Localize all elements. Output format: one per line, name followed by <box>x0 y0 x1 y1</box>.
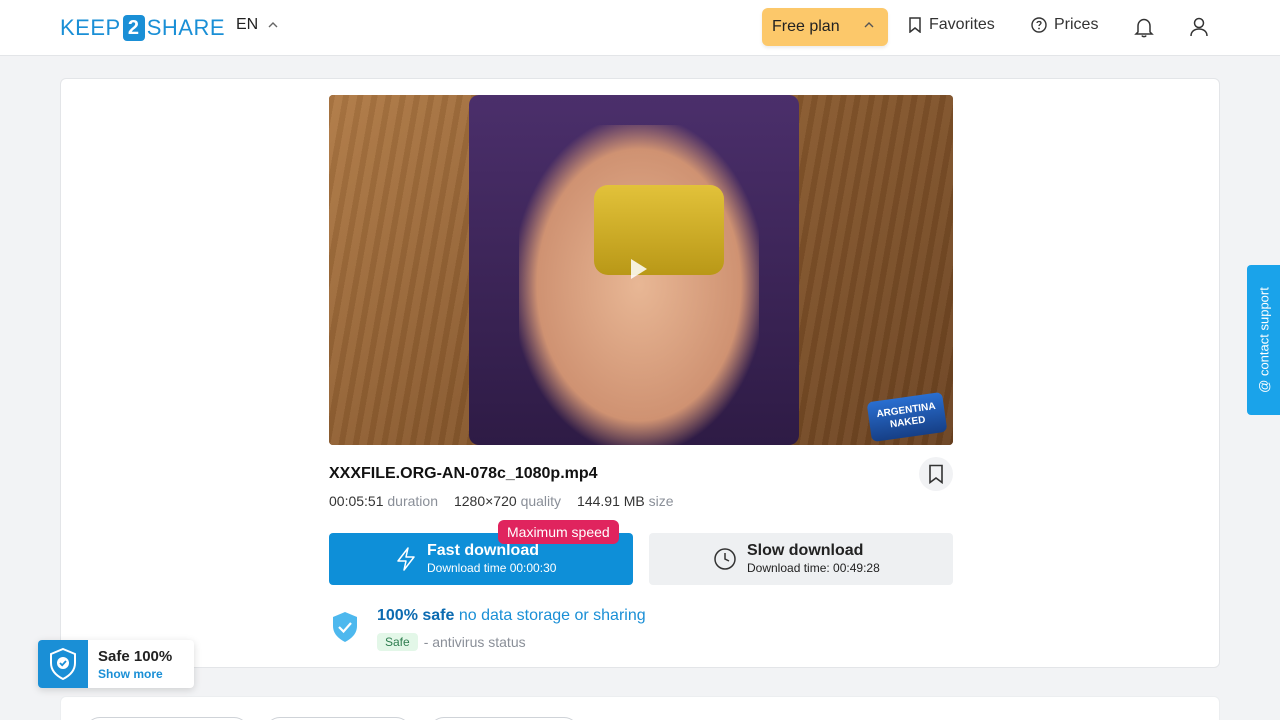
quality-value: 1280×720 <box>453 493 517 509</box>
chevron-up-icon <box>864 22 874 28</box>
favorites-label: Favorites <box>929 16 995 33</box>
favorites-link[interactable]: Favorites <box>908 16 995 34</box>
logo-text-right: SHARE <box>146 15 225 40</box>
logo-badge: 2 <box>122 15 145 41</box>
size-meta: 144.91 MB size <box>577 493 674 509</box>
file-metadata: 00:05:51 duration 1280×720 quality 144.9… <box>329 493 674 509</box>
antivirus-status-text: - antivirus status <box>423 634 526 650</box>
prices-label: Prices <box>1054 16 1099 33</box>
logo-text-left: KEEP <box>60 15 121 40</box>
keep2share-logo[interactable]: KEEP 2 SHARE <box>60 14 225 42</box>
secondary-card <box>60 696 1220 720</box>
top-header: KEEP 2 SHARE EN Free plan Favorites Pric… <box>0 0 1280 56</box>
show-more-link[interactable]: Show more <box>98 667 163 681</box>
help-circle-icon <box>1031 17 1047 33</box>
maximum-speed-badge: Maximum speed <box>498 520 619 544</box>
duration-label: duration <box>387 493 438 509</box>
safe-widget-title: Safe 100% <box>98 648 173 665</box>
safety-headline-bold: 100% safe <box>377 607 455 624</box>
contact-support-tab[interactable]: @ contact support <box>1247 265 1280 415</box>
file-card: ARGENTINA NAKED XXXFILE.ORG-AN-078c_1080… <box>60 78 1220 668</box>
safe-widget[interactable]: Safe 100% Show more <box>38 640 194 688</box>
language-selector[interactable]: EN <box>236 16 278 34</box>
video-figure-shape <box>519 125 759 445</box>
chevron-up-icon <box>268 22 278 28</box>
quality-meta: 1280×720 quality <box>454 493 561 509</box>
video-preview[interactable]: ARGENTINA NAKED <box>329 95 953 445</box>
fast-download-time: Download time 00:00:30 <box>427 561 557 575</box>
lightning-icon <box>397 547 415 571</box>
size-label: size <box>648 493 674 509</box>
duration-value: 00:05:51 <box>329 493 384 509</box>
slow-download-title: Slow download <box>747 542 864 559</box>
antivirus-status: Safe - antivirus status <box>377 633 526 651</box>
slow-download-button[interactable]: Slow download Download time: 00:49:28 <box>649 533 953 585</box>
play-icon[interactable] <box>631 259 647 279</box>
notifications-button[interactable] <box>1131 14 1157 40</box>
video-shirt-shape <box>594 185 724 275</box>
bookmark-icon <box>929 464 943 484</box>
add-favorite-button[interactable] <box>919 457 953 491</box>
safe-widget-badge <box>38 640 88 688</box>
safety-headline-rest: no data storage or sharing <box>458 607 646 624</box>
contact-support-label: @ contact support <box>1256 287 1271 393</box>
account-button[interactable] <box>1186 14 1212 40</box>
free-plan-label: Free plan <box>772 18 840 35</box>
user-icon <box>1190 17 1208 37</box>
shield-check-icon <box>50 648 76 680</box>
fast-download-title: Fast download <box>427 542 539 559</box>
language-label: EN <box>236 16 259 33</box>
free-plan-button[interactable]: Free plan <box>762 8 888 46</box>
safety-headline: 100% safe no data storage or sharing <box>377 607 646 625</box>
duration-meta: 00:05:51 duration <box>329 493 438 509</box>
bell-icon <box>1134 18 1154 38</box>
size-value: 144.91 MB <box>577 493 645 509</box>
prices-link[interactable]: Prices <box>1031 16 1098 34</box>
bookmark-icon <box>909 17 921 33</box>
quality-label: quality <box>520 493 562 509</box>
safe-status-pill: Safe <box>377 633 418 651</box>
clock-icon <box>714 548 736 570</box>
shield-check-icon <box>333 612 357 642</box>
slow-download-time: Download time: 00:49:28 <box>747 561 880 575</box>
file-name: XXXFILE.ORG-AN-078c_1080p.mp4 <box>329 465 598 482</box>
